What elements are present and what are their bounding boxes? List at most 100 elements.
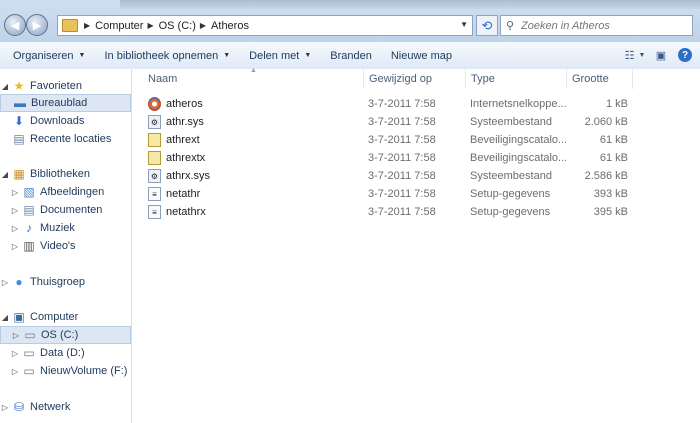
refresh-icon: ⟲ (481, 17, 493, 33)
column-header-type[interactable]: Type (466, 69, 567, 89)
file-date: 3-7-2011 7:58 (368, 134, 436, 146)
search-box[interactable]: ⚲ (500, 15, 693, 36)
preview-pane-icon: ▣ (655, 49, 667, 62)
expand-arrow-icon[interactable]: ▷ (10, 188, 20, 197)
column-header-size-label: Grootte (572, 73, 609, 85)
file-size: 393 kB (593, 188, 628, 200)
share-with-label: Delen met (249, 49, 300, 62)
expand-arrow-icon[interactable]: ▷ (10, 349, 20, 358)
setup-info-icon: ≡ (148, 205, 161, 219)
nav-pictures-label: Afbeeldingen (40, 186, 105, 198)
new-folder-button[interactable]: Nieuwe map (391, 50, 452, 62)
navigation-pane: ◢ ★ Favorieten ▬ Bureaublad ⬇ Downloads … (0, 69, 132, 423)
share-with-button[interactable]: Delen met ▼ (249, 50, 311, 62)
nav-recent-places[interactable]: ▤ Recente locaties (0, 130, 131, 148)
command-bar: Organiseren ▼ In bibliotheek opnemen ▼ Del… (0, 42, 700, 70)
breadcrumb-separator-icon[interactable]: ▶ (84, 21, 90, 30)
file-name: atheros (166, 98, 203, 110)
videos-icon: ▥ (23, 239, 35, 253)
documents-icon: ▤ (23, 203, 35, 217)
column-header-date-label: Gewijzigd op (369, 73, 432, 85)
nav-drive-f-label: NieuwVolume (F:) (40, 365, 128, 377)
details-view-icon: ☷ (624, 49, 635, 62)
nav-libraries[interactable]: ◢ ▦ Bibliotheken (0, 165, 131, 183)
breadcrumb-atheros[interactable]: Atheros (211, 20, 249, 32)
address-dropdown-icon[interactable]: ▼ (460, 20, 468, 29)
nav-desktop[interactable]: ▬ Bureaublad (0, 94, 131, 112)
breadcrumb-separator-icon[interactable]: ▶ (147, 21, 153, 30)
view-options-button[interactable]: ☷ ▼ (624, 47, 646, 63)
file-date: 3-7-2011 7:58 (368, 206, 436, 218)
column-header-name[interactable]: Naam (132, 69, 364, 89)
breadcrumb-computer[interactable]: Computer (95, 20, 143, 32)
nav-drive-d[interactable]: ▷ ▭ Data (D:) (0, 344, 141, 362)
system-file-icon: ⚙ (148, 115, 161, 129)
file-size: 1 kB (605, 98, 628, 110)
chevron-down-icon: ▼ (638, 51, 646, 59)
file-name: netathr (166, 188, 201, 200)
expand-arrow-icon[interactable]: ▷ (11, 331, 21, 340)
back-button[interactable]: ◀ (4, 14, 26, 36)
breadcrumb-separator-icon[interactable]: ▶ (200, 21, 206, 30)
downloads-icon: ⬇ (13, 114, 25, 128)
column-header-type-label: Type (471, 73, 495, 85)
organize-button[interactable]: Organiseren ▼ (13, 50, 85, 62)
address-field[interactable]: ▶ Computer ▶ OS (C:) ▶ Atheros ▼ (57, 15, 473, 36)
column-header-size[interactable]: Grootte (567, 69, 633, 89)
file-list: Naam Gewijzigd op Type Grootte ▲ atheros… (132, 67, 700, 423)
include-in-library-button[interactable]: In bibliotheek opnemen ▼ (104, 50, 230, 62)
refresh-button[interactable]: ⟲ (476, 15, 498, 36)
nav-drive-c[interactable]: ▷ ▭ OS (C:) (0, 326, 131, 344)
file-row[interactable]: ≡ netathr 3-7-2011 7:58 Setup-gegevens 39… (132, 185, 700, 203)
collapse-arrow-icon[interactable]: ◢ (0, 170, 10, 179)
file-name: netathrx (166, 206, 206, 218)
chevron-down-icon: ▼ (223, 52, 231, 59)
file-row[interactable]: ⚙ athrx.sys 3-7-2011 7:58 Systeembestand … (132, 167, 700, 185)
nav-network[interactable]: ▷ ⛁ Netwerk (0, 398, 131, 416)
nav-music[interactable]: ▷ ♪ Muziek (0, 219, 141, 237)
expand-arrow-icon[interactable]: ▷ (10, 242, 20, 251)
search-input[interactable] (519, 18, 688, 33)
file-row[interactable]: ⚙ athr.sys 3-7-2011 7:58 Systeembestand 2… (132, 113, 700, 131)
arrow-right-icon: ▶ (32, 19, 42, 32)
burn-button[interactable]: Branden (330, 50, 372, 62)
drive-icon: ▭ (23, 346, 35, 360)
nav-documents-label: Documenten (40, 204, 103, 216)
help-button[interactable]: ? (678, 48, 692, 62)
nav-downloads-label: Downloads (30, 115, 85, 127)
nav-downloads[interactable]: ⬇ Downloads (0, 112, 131, 130)
file-date: 3-7-2011 7:58 (368, 188, 436, 200)
forward-button[interactable]: ▶ (26, 14, 48, 36)
collapse-arrow-icon[interactable]: ◢ (0, 313, 10, 322)
expand-arrow-icon[interactable]: ▷ (10, 224, 20, 233)
file-type: Setup-gegevens (470, 206, 551, 218)
new-folder-label: Nieuwe map (390, 49, 452, 62)
nav-videos[interactable]: ▷ ▥ Video's (0, 237, 141, 255)
nav-favorites[interactable]: ◢ ★ Favorieten (0, 77, 131, 95)
file-type: Beveiligingscatalo... (470, 134, 566, 146)
file-row[interactable]: athrext 3-7-2011 7:58 Beveiligingscatalo… (132, 131, 700, 149)
expand-arrow-icon[interactable]: ▷ (0, 403, 10, 412)
column-header-date[interactable]: Gewijzigd op (364, 69, 466, 89)
file-row[interactable]: atheros 3-7-2011 7:58 Internetsnelkoppe.… (132, 95, 700, 113)
expand-arrow-icon[interactable]: ▷ (0, 278, 10, 287)
file-row[interactable]: athrextx 3-7-2011 7:58 Beveiligingscatal… (132, 149, 700, 167)
windows-drive-icon: ▭ (24, 328, 36, 342)
expand-arrow-icon[interactable]: ▷ (10, 206, 20, 215)
file-type: Internetsnelkoppe... (470, 98, 566, 110)
nav-drive-f[interactable]: ▷ ▭ NieuwVolume (F:) (0, 362, 141, 380)
nav-homegroup[interactable]: ▷ ● Thuisgroep (0, 273, 131, 291)
folder-icon (62, 19, 78, 32)
nav-documents[interactable]: ▷ ▤ Documenten (0, 201, 141, 219)
file-name: athrx.sys (166, 170, 211, 182)
file-row[interactable]: ≡ netathrx 3-7-2011 7:58 Setup-gegevens 3… (132, 203, 700, 221)
collapse-arrow-icon[interactable]: ◢ (0, 82, 10, 91)
expand-arrow-icon[interactable]: ▷ (10, 367, 20, 376)
nav-pictures[interactable]: ▷ ▧ Afbeeldingen (0, 183, 141, 201)
breadcrumb-os-c[interactable]: OS (C:) (159, 20, 196, 32)
help-icon: ? (681, 49, 689, 61)
file-date: 3-7-2011 7:58 (368, 170, 436, 182)
nav-computer[interactable]: ◢ ▣ Computer (0, 308, 131, 326)
preview-pane-button[interactable]: ▣ (652, 47, 670, 63)
organize-label: Organiseren (13, 49, 74, 62)
